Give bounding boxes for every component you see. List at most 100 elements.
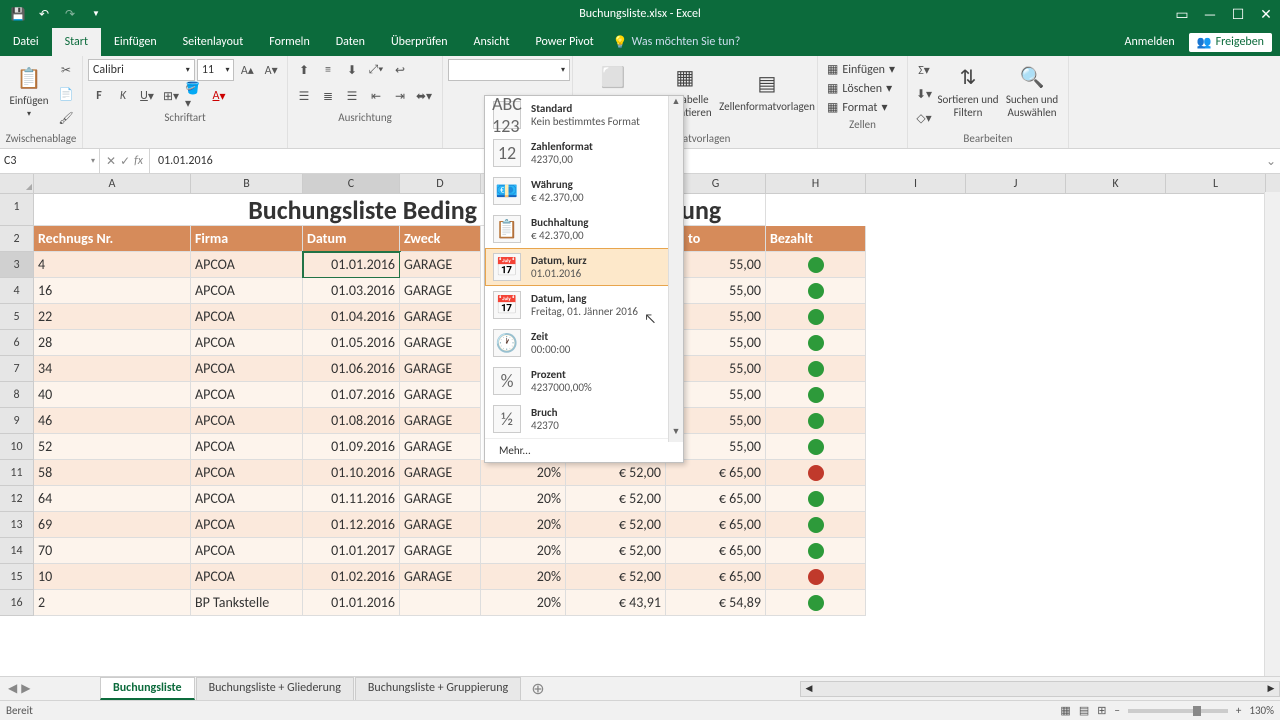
tab-start[interactable]: Start — [52, 28, 101, 56]
fill-color-icon[interactable]: 🪣▾ — [184, 85, 206, 107]
cell-paid[interactable] — [766, 564, 866, 590]
cell[interactable]: APCOA — [191, 330, 303, 356]
cell[interactable]: 01.01.2016 — [303, 252, 400, 278]
cell[interactable]: € 52,00 — [566, 564, 666, 590]
indent-increase-icon[interactable]: ⇥ — [389, 85, 411, 107]
tab-formeln[interactable]: Formeln — [256, 28, 322, 56]
tab-ansicht[interactable]: Ansicht — [461, 28, 523, 56]
cell[interactable]: 55,00 — [684, 434, 766, 460]
cell[interactable]: 01.03.2016 — [303, 278, 400, 304]
col-header-C[interactable]: C — [303, 174, 400, 193]
zoom-out-icon[interactable]: − — [1114, 704, 1119, 717]
align-middle-icon[interactable]: ≡ — [317, 59, 339, 81]
dropdown-scrollbar[interactable]: ▲▼ — [668, 96, 683, 442]
cell-paid[interactable] — [766, 330, 866, 356]
cell[interactable]: GARAGE — [400, 408, 481, 434]
shrink-font-icon[interactable]: A▾ — [260, 59, 282, 81]
cell[interactable]: GARAGE — [400, 304, 481, 330]
horizontal-scrollbar[interactable]: ◀▶ — [800, 681, 1280, 697]
cell[interactable]: BP Tankstelle — [191, 590, 303, 616]
cell[interactable]: APCOA — [191, 486, 303, 512]
row-header-5[interactable]: 5 — [0, 304, 34, 330]
col-header-K[interactable]: K — [1066, 174, 1166, 193]
insert-cells-button[interactable]: ▦ Einfügen ▾ — [823, 61, 902, 78]
cell[interactable]: 64 — [34, 486, 191, 512]
col-header-A[interactable]: A — [34, 174, 191, 193]
row-header-2[interactable]: 2 — [0, 226, 34, 252]
cell[interactable]: GARAGE — [400, 434, 481, 460]
cell[interactable] — [400, 590, 481, 616]
font-color-icon[interactable]: A▾ — [208, 85, 230, 107]
header-H[interactable]: Bezahlt — [766, 226, 866, 252]
cell[interactable]: 55,00 — [684, 382, 766, 408]
cell[interactable]: GARAGE — [400, 278, 481, 304]
cell-paid[interactable] — [766, 356, 866, 382]
clear-icon[interactable]: ◇▾ — [913, 107, 935, 129]
align-left-icon[interactable]: ☰ — [293, 85, 315, 107]
share-button[interactable]: 👥 Freigeben — [1189, 33, 1272, 52]
align-top-icon[interactable]: ⬆ — [293, 59, 315, 81]
title-cell-left[interactable]: Buchungsliste Beding — [34, 194, 481, 226]
grow-font-icon[interactable]: A▴ — [236, 59, 258, 81]
cell[interactable]: 01.06.2016 — [303, 356, 400, 382]
cut-icon[interactable]: ✂ — [55, 59, 77, 81]
align-center-icon[interactable]: ≣ — [317, 85, 339, 107]
format-cells-button[interactable]: ▦ Format ▾ — [823, 99, 902, 116]
row-header-7[interactable]: 7 — [0, 356, 34, 382]
sign-in-link[interactable]: Anmelden — [1115, 35, 1185, 49]
cell[interactable]: 55,00 — [684, 408, 766, 434]
expand-formula-icon[interactable]: ⌄ — [1262, 149, 1280, 173]
ribbon-options-icon[interactable]: ▭ — [1168, 0, 1196, 28]
cell-paid[interactable] — [766, 486, 866, 512]
align-right-icon[interactable]: ☰ — [341, 85, 363, 107]
cell[interactable]: 55,00 — [684, 252, 766, 278]
cell[interactable]: 01.07.2016 — [303, 382, 400, 408]
cell-paid[interactable] — [766, 590, 866, 616]
cell[interactable]: € 52,00 — [566, 512, 666, 538]
cell[interactable]: 22 — [34, 304, 191, 330]
cell[interactable]: 01.05.2016 — [303, 330, 400, 356]
row-header-15[interactable]: 15 — [0, 564, 34, 590]
cell[interactable]: € 65,00 — [666, 512, 766, 538]
cell[interactable]: APCOA — [191, 408, 303, 434]
tab-power pivot[interactable]: Power Pivot — [523, 28, 607, 56]
cell[interactable]: 55,00 — [684, 304, 766, 330]
cell[interactable]: 16 — [34, 278, 191, 304]
zoom-slider[interactable] — [1128, 709, 1228, 713]
cell[interactable]: € 52,00 — [566, 486, 666, 512]
orientation-icon[interactable]: ⤢▾ — [365, 59, 387, 81]
format-option-zeit[interactable]: 🕐Zeit00:00:00 — [485, 324, 683, 362]
cell[interactable]: APCOA — [191, 304, 303, 330]
save-icon[interactable]: 💾 — [6, 3, 30, 25]
cell-paid[interactable] — [766, 252, 866, 278]
undo-icon[interactable]: ↶ — [32, 3, 56, 25]
select-all-corner[interactable]: ◢ — [0, 174, 34, 193]
cell[interactable]: € 65,00 — [666, 538, 766, 564]
vertical-scrollbar[interactable] — [1264, 192, 1280, 676]
sheet-tab-2[interactable]: Buchungsliste + Gruppierung — [355, 677, 521, 700]
cell[interactable]: APCOA — [191, 460, 303, 486]
font-size-combo[interactable]: 11▾ — [197, 59, 235, 81]
maximize-icon[interactable]: ☐ — [1224, 0, 1252, 28]
header-B[interactable]: Firma — [191, 226, 303, 252]
view-break-icon[interactable]: ⊞ — [1097, 704, 1106, 717]
format-option-prozent[interactable]: %Prozent4237000,00% — [485, 362, 683, 400]
wrap-text-icon[interactable]: ↩ — [389, 59, 411, 81]
cell[interactable]: APCOA — [191, 252, 303, 278]
row-header-6[interactable]: 6 — [0, 330, 34, 356]
cell[interactable]: 40 — [34, 382, 191, 408]
tab-überprüfen[interactable]: Überprüfen — [378, 28, 461, 56]
dropdown-more[interactable]: Mehr... — [485, 438, 683, 462]
format-option-standard[interactable]: ABC 123StandardKein bestimmtes Format — [485, 96, 683, 134]
cell[interactable]: 01.02.2016 — [303, 564, 400, 590]
row-header-9[interactable]: 9 — [0, 408, 34, 434]
format-option-buchhaltung[interactable]: 📋Buchhaltung€ 42.370,00 — [485, 210, 683, 248]
cell[interactable]: € 52,00 — [566, 538, 666, 564]
underline-button[interactable]: U▾ — [136, 85, 158, 107]
header-A[interactable]: Rechnugs Nr. — [34, 226, 191, 252]
tell-me[interactable]: 💡 Was möchten Sie tun? — [613, 28, 741, 56]
cell-paid[interactable] — [766, 304, 866, 330]
format-option-währung[interactable]: 💶Währung€ 42.370,00 — [485, 172, 683, 210]
cell[interactable]: GARAGE — [400, 252, 481, 278]
cell[interactable]: GARAGE — [400, 330, 481, 356]
